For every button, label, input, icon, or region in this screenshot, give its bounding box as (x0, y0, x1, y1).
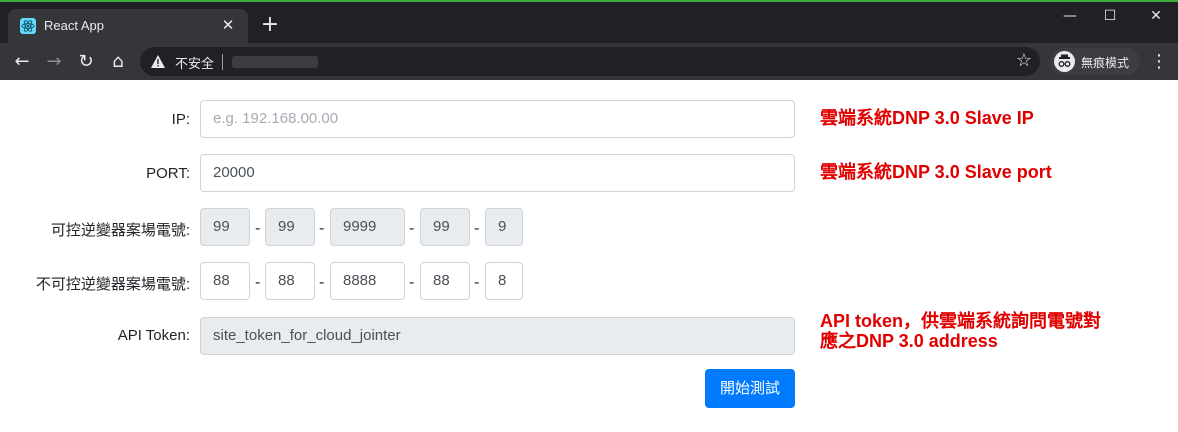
ip-placeholder: e.g. 192.168.00.00 (213, 110, 339, 127)
close-window-icon[interactable]: ✕ (1144, 6, 1168, 26)
warning-icon (151, 55, 165, 68)
controllable-phone-label: 可控逆變器案場電號: (50, 222, 190, 239)
ip-annotation: 雲端系統DNP 3.0 Slave IP (820, 108, 1034, 128)
uncontrollable-phone-part-4[interactable]: 88 (420, 262, 470, 300)
separator: - (319, 273, 325, 291)
browser-tab[interactable]: React App ✕ (8, 9, 248, 43)
forward-icon[interactable]: → (42, 50, 66, 74)
separator: - (319, 219, 325, 237)
controllable-phone-part-3[interactable]: 9999 (330, 208, 405, 246)
close-tab-icon[interactable]: ✕ (218, 15, 238, 35)
separator: - (409, 273, 415, 291)
back-icon[interactable]: ← (10, 50, 34, 74)
api-token-label: API Token: (117, 327, 190, 344)
url-text-blurred (232, 56, 318, 68)
bookmark-star-icon[interactable]: ☆ (1016, 50, 1032, 71)
ip-input[interactable]: e.g. 192.168.00.00 (200, 100, 795, 138)
browser-frame: React App ✕ + — ☐ ✕ ← → ↻ ⌂ 不安全 ☆ 無痕模式 ⋮ (0, 0, 1178, 80)
omnibox-divider (222, 54, 223, 70)
incognito-icon (1054, 51, 1075, 72)
ip-label: IP: (171, 111, 190, 128)
uncontrollable-phone-part-1[interactable]: 88 (200, 262, 250, 300)
reload-icon[interactable]: ↻ (74, 50, 98, 74)
menu-icon[interactable]: ⋮ (1150, 50, 1168, 74)
port-annotation: 雲端系統DNP 3.0 Slave port (820, 162, 1052, 182)
token-annotation-line1: API token，供雲端系統詢問電號對 (820, 311, 1102, 331)
browser-toolbar: ← → ↻ ⌂ 不安全 ☆ 無痕模式 ⋮ (0, 43, 1178, 80)
minimize-icon[interactable]: — (1058, 6, 1082, 26)
uncontrollable-phone-label: 不可控逆變器案場電號: (35, 276, 190, 293)
separator: - (409, 219, 415, 237)
controllable-phone-part-2[interactable]: 99 (265, 208, 315, 246)
uncontrollable-phone-part-2[interactable]: 88 (265, 262, 315, 300)
port-label: PORT: (146, 165, 190, 182)
separator: - (474, 219, 480, 237)
controllable-phone-part-5[interactable]: 9 (485, 208, 523, 246)
incognito-label: 無痕模式 (1081, 56, 1130, 70)
new-tab-icon[interactable]: + (258, 13, 282, 37)
window-accent-line (0, 0, 1178, 2)
incognito-badge[interactable]: 無痕模式 (1050, 48, 1140, 75)
home-icon[interactable]: ⌂ (106, 50, 130, 74)
tab-title: React App (44, 18, 104, 33)
controllable-phone-part-1[interactable]: 99 (200, 208, 250, 246)
separator: - (255, 273, 261, 291)
token-annotation-line2: 應之DNP 3.0 address (820, 331, 998, 351)
port-input[interactable]: 20000 (200, 154, 795, 192)
controllable-phone-part-4[interactable]: 99 (420, 208, 470, 246)
uncontrollable-phone-part-5[interactable]: 8 (485, 262, 523, 300)
security-label: 不安全 (175, 57, 215, 72)
start-test-button[interactable]: 開始測試 (705, 369, 795, 408)
separator: - (255, 219, 261, 237)
address-bar[interactable]: 不安全 ☆ (140, 47, 1040, 76)
react-icon (20, 18, 36, 34)
maximize-icon[interactable]: ☐ (1098, 6, 1122, 26)
uncontrollable-phone-part-3[interactable]: 8888 (330, 262, 405, 300)
api-token-input[interactable]: site_token_for_cloud_jointer (200, 317, 795, 355)
separator: - (474, 273, 480, 291)
